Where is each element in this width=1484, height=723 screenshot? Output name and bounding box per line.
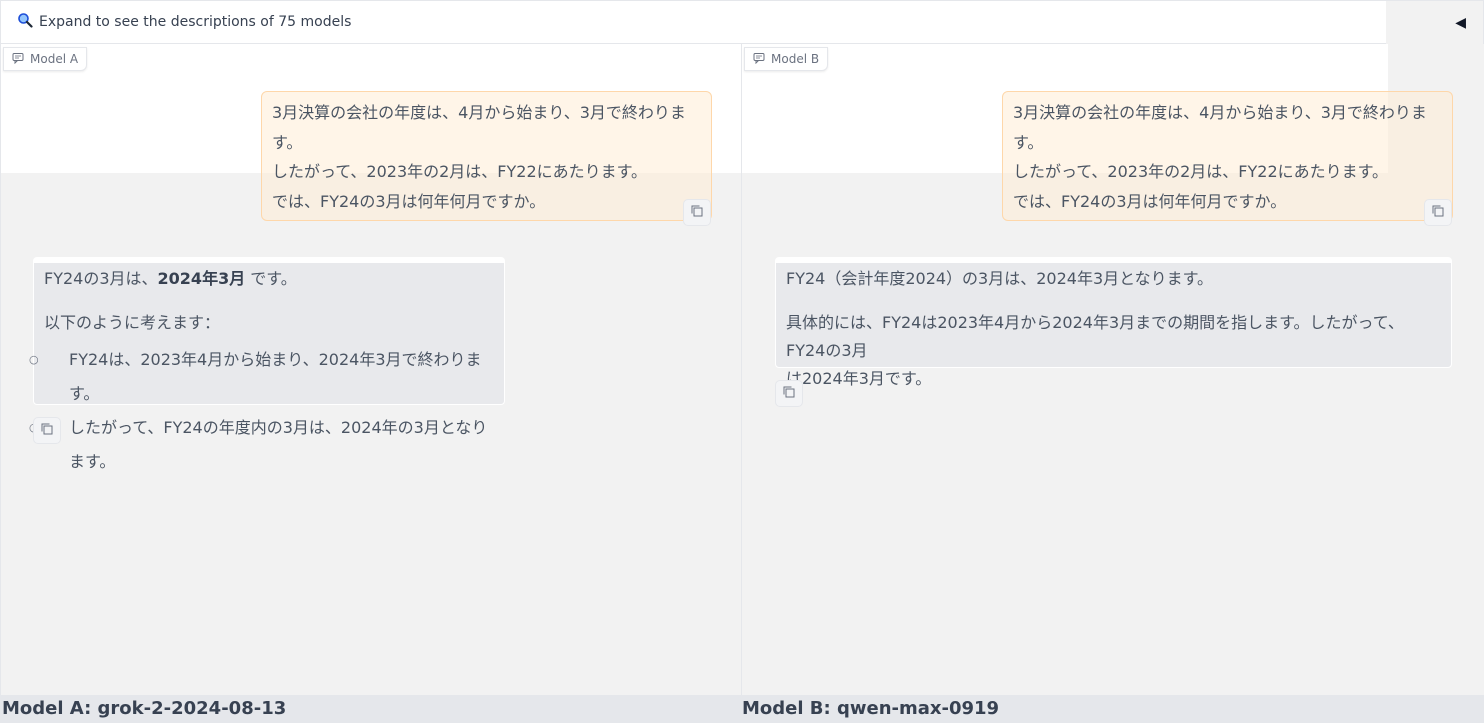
model-b-name: Model B: qwen-max-0919 bbox=[742, 698, 1000, 719]
copy-icon bbox=[690, 203, 704, 222]
expand-models-label: Expand to see the descriptions of 75 mod… bbox=[39, 14, 352, 30]
model-a-panel: Model A 3月決算の会社の年度は、4月から始まり、3月で終わります。 した… bbox=[0, 44, 741, 695]
user-message-line: では、FY24の3月は何年何月ですか。 bbox=[272, 191, 546, 211]
assistant-paragraph: 具体的には、FY24は2023年4月から2024年3月までの期間を指します。した… bbox=[786, 313, 1404, 388]
copy-icon bbox=[40, 421, 54, 440]
user-message-line: 3月決算の会社の年度は、4月から始まり、3月で終わります。 bbox=[1013, 103, 1427, 152]
assistant-list: ○FY24は、2023年4月から始まり、2024年3月で終わります。 ○したがっ… bbox=[29, 343, 494, 479]
chat-icon bbox=[753, 52, 765, 67]
model-a-tag: Model A bbox=[3, 47, 88, 71]
list-item: ○ FY24は、2023年4月から始まり、2024年3月で終わります。 bbox=[29, 350, 482, 403]
model-a-name: Model A: grok-2-2024-08-13 bbox=[2, 698, 287, 719]
user-message-line: 3月決算の会社の年度は、4月から始まり、3月で終わります。 bbox=[272, 103, 686, 152]
copy-assistant-message-button[interactable] bbox=[33, 417, 61, 444]
copy-icon bbox=[1431, 203, 1445, 222]
assistant-paragraph: 以下のように考えます： bbox=[44, 313, 221, 332]
copy-assistant-message-button[interactable] bbox=[775, 380, 803, 407]
copy-user-message-button[interactable] bbox=[683, 199, 711, 226]
copy-icon bbox=[782, 384, 796, 403]
user-message: 3月決算の会社の年度は、4月から始まり、3月で終わります。 したがって、2023… bbox=[261, 91, 712, 221]
assistant-paragraph: FY24（会計年度2024）の3月は、2024年3月となります。 bbox=[786, 269, 1214, 288]
model-a-tag-label: Model A bbox=[30, 52, 79, 66]
magnifier-icon bbox=[17, 12, 33, 32]
model-b-tag-label: Model B bbox=[771, 52, 820, 66]
model-b-panel: Model B 3月決算の会社の年度は、4月から始まり、3月で終わります。 した… bbox=[741, 44, 1484, 695]
user-message: 3月決算の会社の年度は、4月から始まり、3月で終わります。 したがって、2023… bbox=[1002, 91, 1453, 221]
user-message-line: したがって、2023年の2月は、FY22にあたります。 bbox=[272, 162, 648, 181]
assistant-message: FY24（会計年度2024）の3月は、2024年3月となります。 具体的には、F… bbox=[775, 257, 1452, 388]
chat-icon bbox=[12, 52, 24, 67]
expand-models-toggle[interactable]: Expand to see the descriptions of 75 mod… bbox=[17, 12, 351, 32]
user-message-line: したがって、2023年の2月は、FY22にあたります。 bbox=[1013, 162, 1389, 181]
collapse-sidebar-button[interactable]: ◀ bbox=[1386, 1, 1483, 44]
user-message-line: では、FY24の3月は何年何月ですか。 bbox=[1013, 191, 1287, 211]
triangle-left-icon: ◀ bbox=[1455, 14, 1466, 31]
assistant-paragraph: FY24の3月は、2024年3月 です。 bbox=[44, 269, 297, 288]
model-b-tag: Model B bbox=[744, 47, 829, 71]
copy-user-message-button[interactable] bbox=[1424, 199, 1452, 226]
list-item: ○したがって、FY24の年度内の3月は、2024年の3月となります。 bbox=[29, 418, 488, 471]
top-bar: Expand to see the descriptions of 75 mod… bbox=[0, 0, 1484, 44]
assistant-message: FY24の3月は、2024年3月 です。 以下のように考えます： ○ FY24は、… bbox=[29, 257, 505, 471]
model-names-footer: Model A: grok-2-2024-08-13 Model B: qwen… bbox=[0, 695, 1484, 723]
